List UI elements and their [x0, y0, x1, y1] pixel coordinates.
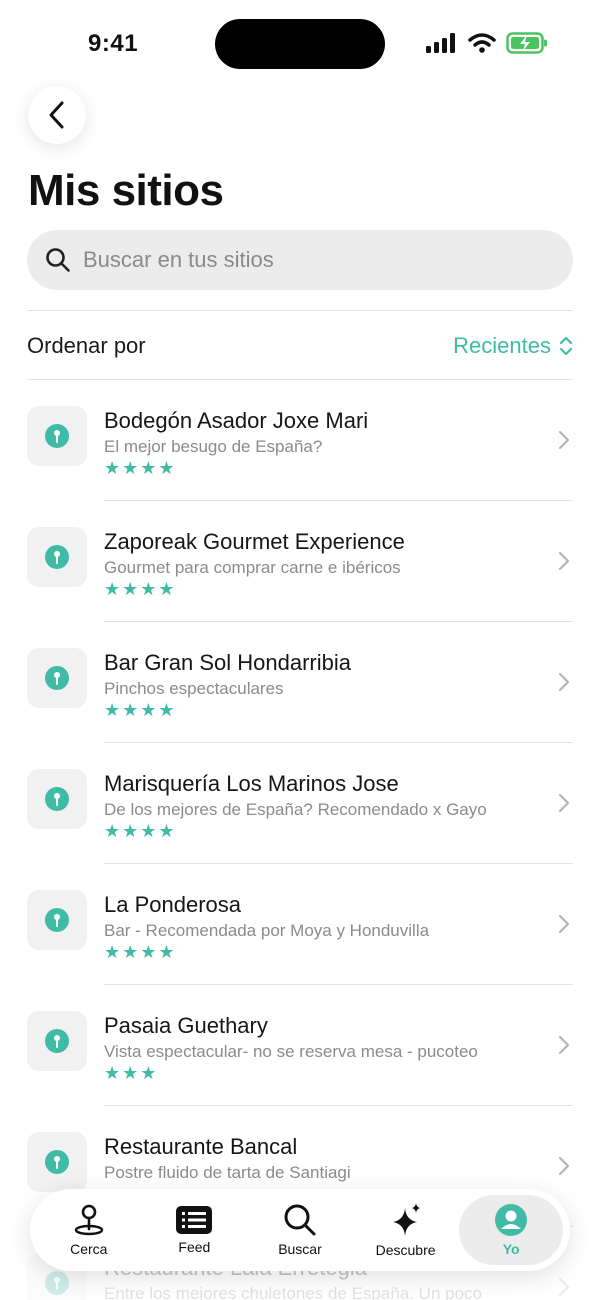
place-name: Marisquería Los Marinos Jose — [104, 771, 399, 796]
place-note: Entre los mejores chuletones de España. … — [104, 1284, 483, 1300]
list-item[interactable]: La Ponderosa Bar - Recomendada por Moya y… — [0, 864, 600, 985]
location-pin-icon — [45, 1029, 69, 1053]
chevron-right-icon — [558, 914, 570, 934]
search-icon — [46, 248, 70, 272]
chevron-updown-icon — [559, 336, 573, 356]
back-button[interactable] — [28, 86, 86, 144]
list-item[interactable]: Pasaia Guethary Vista espectacular- no se… — [0, 985, 600, 1106]
list-item[interactable]: Bar Gran Sol Hondarribia Pinchos espectac… — [0, 622, 600, 743]
place-note: Vista espectacular- no se reserva mesa -… — [104, 1042, 478, 1061]
place-thumbnail — [27, 527, 87, 587]
wifi-icon — [468, 33, 496, 53]
signal-icon — [426, 33, 455, 53]
rating-stars: ★★★ — [104, 1063, 159, 1083]
place-thumbnail — [27, 648, 87, 708]
dynamic-island — [215, 19, 385, 69]
place-thumbnail — [27, 406, 87, 466]
rating-stars: ★★★★ — [104, 821, 177, 841]
list-item[interactable]: Zaporeak Gourmet Experience Gourmet para … — [0, 501, 600, 622]
location-pin-icon — [45, 787, 69, 811]
search-icon — [284, 1204, 316, 1236]
tab-label: Yo — [502, 1241, 520, 1257]
sort-row: Ordenar por Recientes — [27, 312, 573, 380]
place-note: Pinchos espectaculares — [104, 679, 284, 698]
tab-yo[interactable]: Yo — [459, 1195, 564, 1265]
place-name: Zaporeak Gourmet Experience — [104, 529, 405, 554]
tab-feed[interactable]: Feed — [142, 1195, 246, 1265]
divider — [27, 310, 573, 311]
place-thumbnail — [27, 1011, 87, 1071]
place-thumbnail — [27, 1132, 87, 1192]
place-name: Pasaia Guethary — [104, 1013, 268, 1038]
tab-label: Feed — [178, 1239, 211, 1255]
chevron-right-icon — [558, 1035, 570, 1055]
feed-icon — [176, 1206, 213, 1234]
sort-select[interactable]: Recientes — [453, 333, 573, 359]
location-pin-icon — [45, 424, 69, 448]
sort-label: Ordenar por — [27, 333, 146, 358]
tab-buscar[interactable]: Buscar — [248, 1195, 352, 1265]
rating-stars: ★★★★ — [104, 700, 177, 720]
sort-selected-value: Recientes — [453, 333, 551, 358]
sparkles-icon — [392, 1203, 420, 1236]
rating-stars: ★★★★ — [104, 458, 177, 478]
tab-bar: Cerca Feed Buscar Descubre Yo — [30, 1189, 570, 1271]
place-name: Restaurante Bancal — [104, 1134, 298, 1159]
battery-charging-icon — [506, 32, 547, 54]
place-thumbnail — [27, 890, 87, 950]
tab-label: Cerca — [70, 1241, 108, 1257]
page-title: Mis sitios — [28, 166, 224, 215]
place-note: De los mejores de España? Recomendado x … — [104, 800, 487, 819]
location-pin-icon — [45, 908, 69, 932]
status-time: 9:41 — [88, 30, 139, 57]
place-name: Bodegón Asador Joxe Mari — [104, 408, 369, 433]
chevron-right-icon — [558, 551, 570, 571]
search-input[interactable] — [83, 247, 523, 273]
place-name: La Ponderosa — [104, 892, 241, 917]
place-name: Bar Gran Sol Hondarribia — [104, 650, 352, 675]
tab-label: Buscar — [278, 1241, 322, 1257]
status-bar: 9:41 — [0, 0, 600, 88]
location-pin-icon — [45, 1150, 69, 1174]
chevron-right-icon — [558, 1277, 570, 1297]
chevron-right-icon — [558, 672, 570, 692]
place-note: Postre fluido de tarta de Santiagi — [104, 1163, 351, 1182]
chevron-right-icon — [558, 793, 570, 813]
location-pin-icon — [45, 1271, 69, 1295]
tab-cerca[interactable]: Cerca — [37, 1195, 141, 1265]
chevron-left-icon — [49, 101, 64, 129]
profile-icon — [495, 1204, 528, 1236]
place-note: Bar - Recomendada por Moya y Honduvilla — [104, 921, 430, 940]
rating-stars: ★★★★ — [104, 942, 177, 962]
map-pin-icon — [74, 1204, 103, 1236]
places-list: Bodegón Asador Joxe Mari El mejor besugo … — [0, 380, 600, 1300]
chevron-right-icon — [558, 430, 570, 450]
tab-label: Descubre — [375, 1242, 436, 1258]
search-bar[interactable] — [27, 230, 573, 290]
list-item[interactable]: Bodegón Asador Joxe Mari El mejor besugo … — [0, 380, 600, 501]
location-pin-icon — [45, 666, 69, 690]
list-item[interactable]: Marisquería Los Marinos Jose De los mejor… — [0, 743, 600, 864]
place-note: El mejor besugo de España? — [104, 437, 323, 456]
status-icons — [426, 32, 548, 54]
chevron-right-icon — [558, 1156, 570, 1176]
place-note: Gourmet para comprar carne e ibéricos — [104, 558, 401, 577]
tab-descubre[interactable]: Descubre — [354, 1195, 458, 1265]
location-pin-icon — [45, 545, 69, 569]
place-thumbnail — [27, 769, 87, 829]
rating-stars: ★★★★ — [104, 579, 177, 599]
